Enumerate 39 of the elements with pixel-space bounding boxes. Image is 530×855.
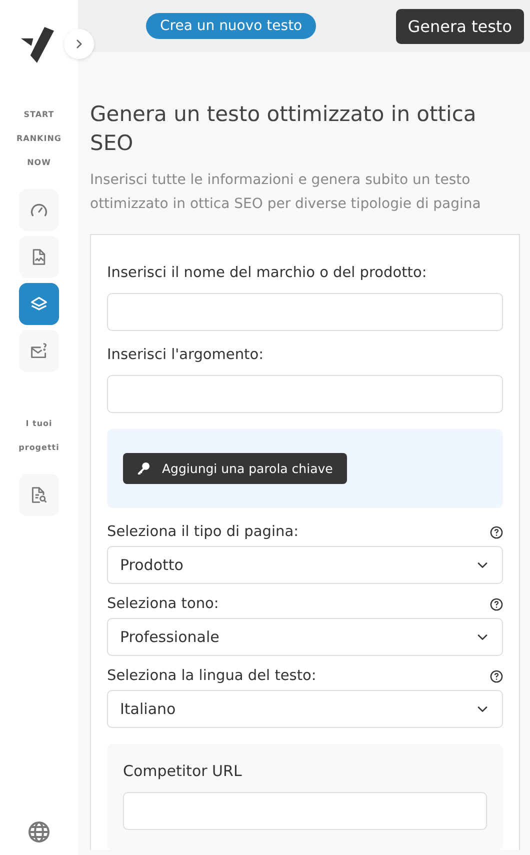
document-search-icon [30, 486, 48, 504]
help-icon[interactable] [490, 670, 503, 682]
field-label: Seleziona tono: [107, 596, 219, 612]
page-subtitle: Inserisci tutte le informazioni e genera subito un testo ottimizzato in ottica SEO per diverse tipologie di pagina [90, 171, 482, 214]
help-icon[interactable] [490, 598, 503, 610]
sidebar-nav-button[interactable] [19, 330, 59, 372]
input-field[interactable] [107, 293, 503, 331]
select-dropdown[interactable]: Italiano [107, 690, 503, 728]
sidebar-nav-button[interactable] [19, 189, 59, 231]
logo-icon [20, 25, 54, 63]
input-field[interactable] [107, 375, 503, 413]
mail-question-icon [30, 342, 48, 360]
new-text-button[interactable]: Crea un nuovo testo [146, 13, 316, 39]
generate-text-button[interactable]: Genera testo [396, 8, 524, 44]
chevron-right-icon [74, 39, 84, 49]
chevron-down-icon [477, 634, 488, 640]
help-icon[interactable] [490, 526, 503, 538]
chevron-down-icon [477, 562, 488, 568]
field-label: Seleziona la lingua del testo: [107, 668, 316, 684]
document-chart-icon [30, 248, 48, 266]
key-icon [137, 462, 150, 475]
select-dropdown[interactable]: Professionale [107, 618, 503, 656]
chevron-down-icon [477, 706, 488, 712]
page-title: Genera un testo ottimizzato in ottica SEO [90, 101, 478, 157]
field-label: Competitor URL [123, 762, 243, 780]
field-label: Inserisci il nome del marchio o del prodotto: [107, 265, 428, 281]
layers-icon [30, 295, 48, 313]
field-label: Inserisci l'argomento: [107, 347, 264, 363]
select-dropdown[interactable]: Prodotto [107, 546, 503, 584]
sidebar-nav-button[interactable] [19, 474, 59, 516]
sidebar-nav-button[interactable] [19, 236, 59, 278]
sidebar-section-title: START RANKING NOW [16, 109, 62, 169]
gauge-icon [30, 201, 48, 219]
sidebar-section-title: I tuoi progetti [18, 418, 60, 454]
input-field[interactable] [123, 792, 487, 830]
add-keyword-button[interactable]: Aggiungi una parola chiave [123, 453, 347, 484]
globe-icon[interactable] [28, 821, 50, 843]
sidebar-nav-button[interactable] [19, 283, 59, 325]
field-label: Seleziona il tipo di pagina: [107, 524, 298, 540]
